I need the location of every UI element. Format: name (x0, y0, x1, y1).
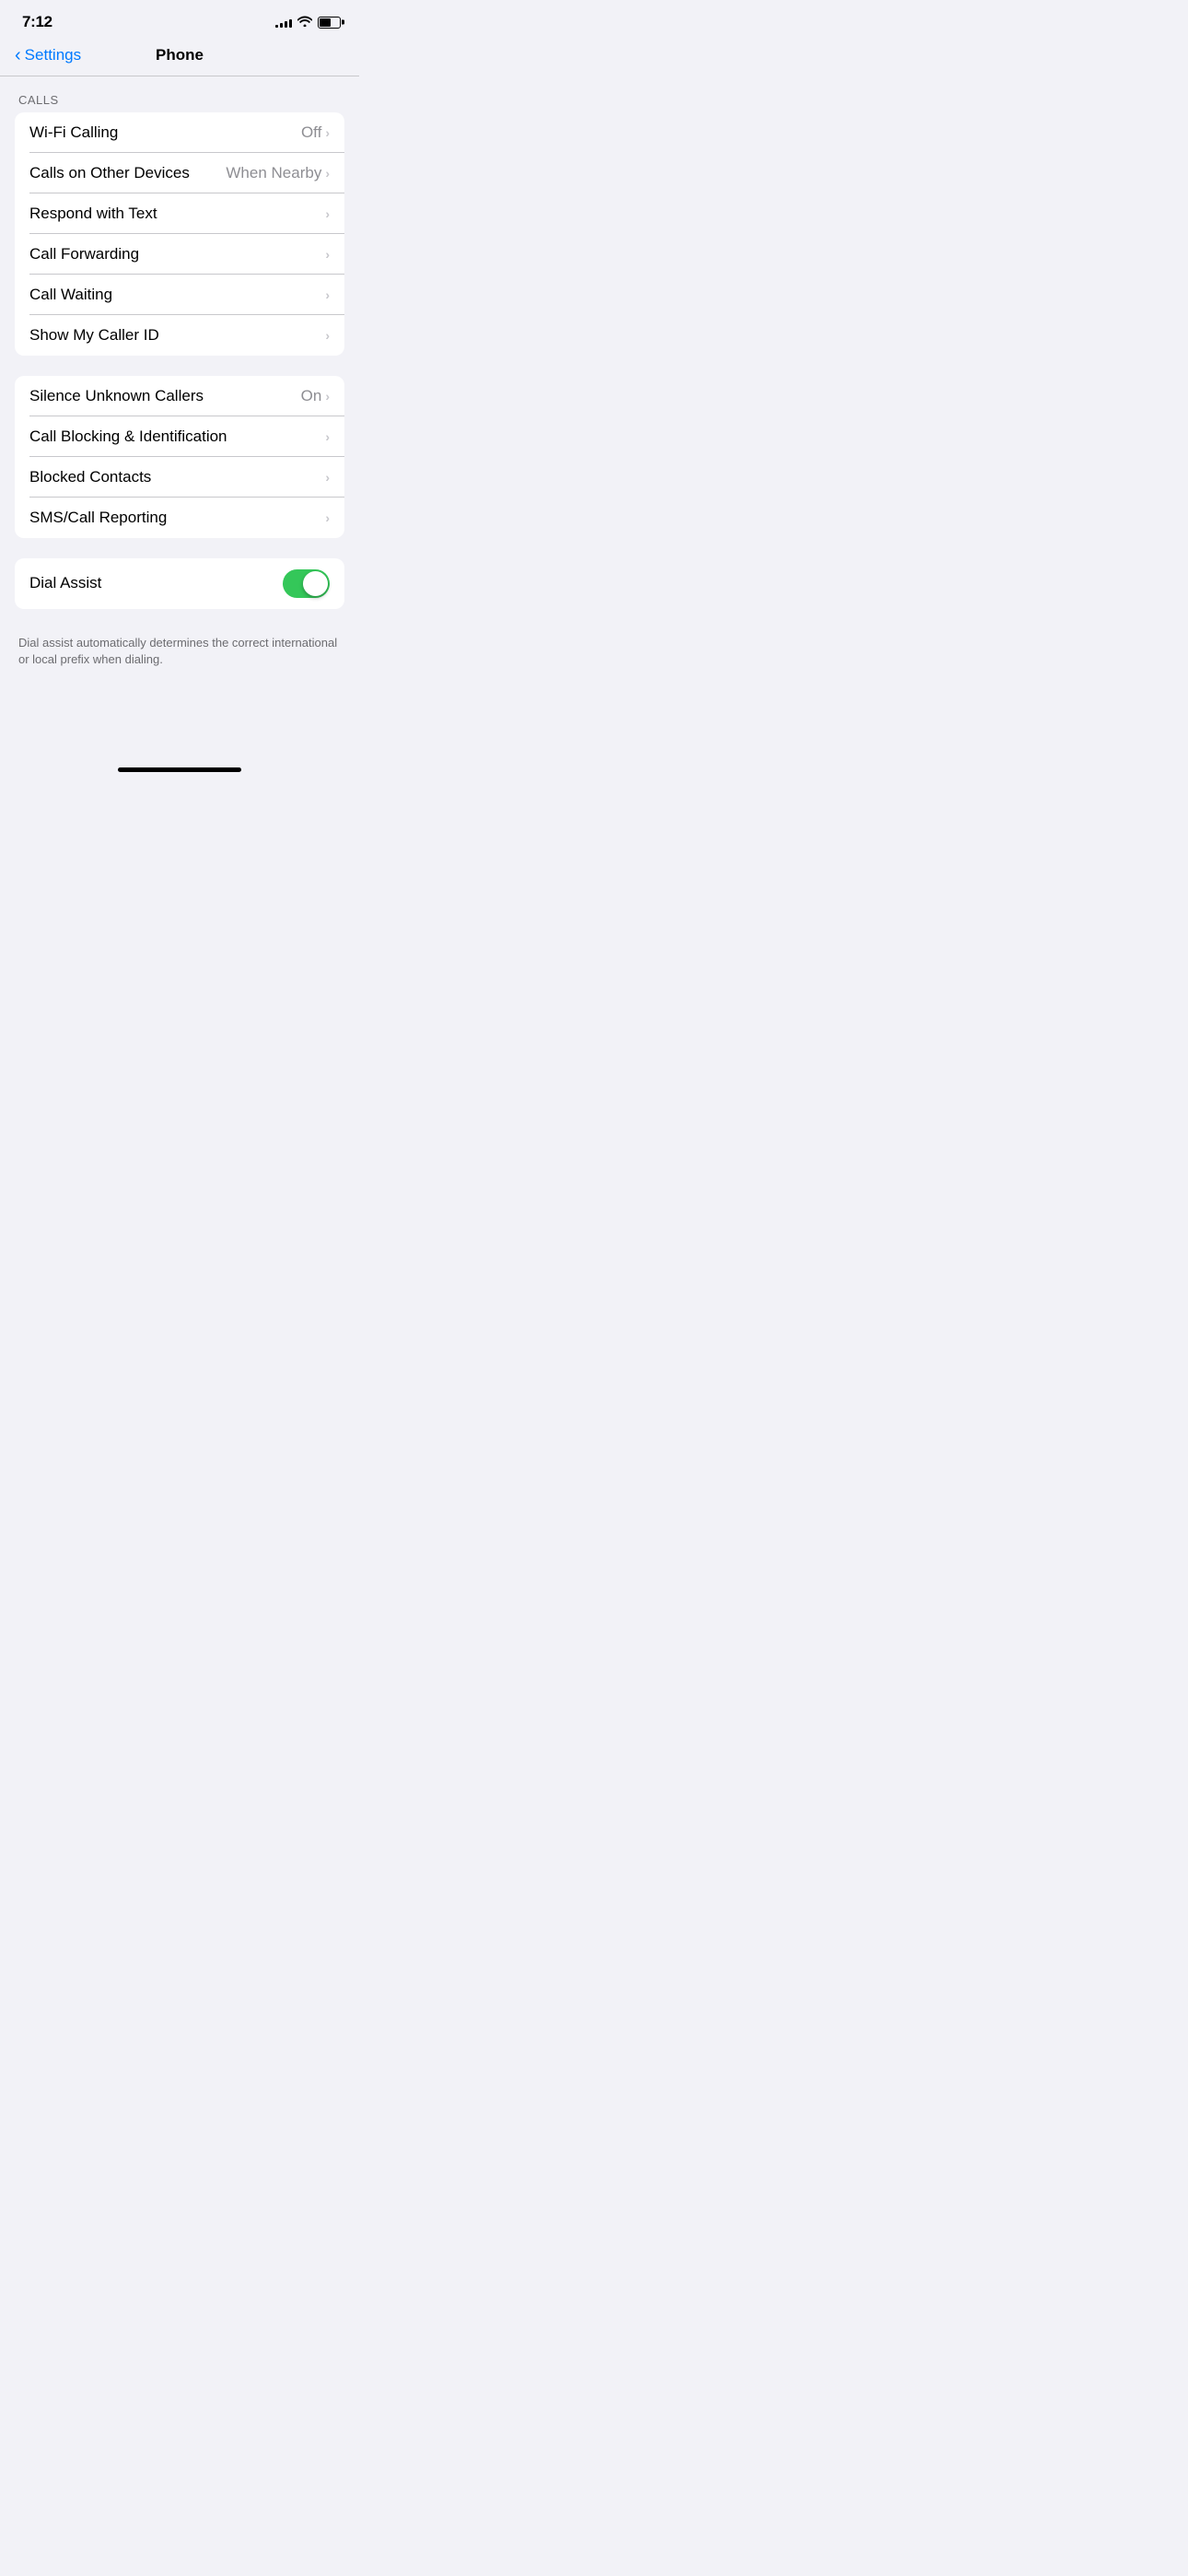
dial-assist-toggle[interactable] (283, 569, 330, 598)
back-chevron-icon: ‹ (15, 46, 21, 64)
sms-reporting-row[interactable]: SMS/Call Reporting › (15, 498, 344, 538)
wifi-calling-row[interactable]: Wi-Fi Calling Off › (15, 112, 344, 153)
silence-unknown-right: On › (301, 387, 330, 405)
call-blocking-row[interactable]: Call Blocking & Identification › (15, 416, 344, 457)
show-caller-id-right: › (325, 328, 330, 343)
call-forwarding-chevron-icon: › (325, 247, 330, 262)
content-area: CALLS Wi-Fi Calling Off › Calls on Other… (0, 76, 359, 761)
signal-strength-icon (275, 17, 292, 28)
sms-reporting-right: › (325, 510, 330, 525)
calls-settings-group: Wi-Fi Calling Off › Calls on Other Devic… (15, 112, 344, 356)
show-caller-id-label: Show My Caller ID (29, 326, 159, 345)
page-title: Phone (156, 46, 204, 64)
calls-other-devices-chevron-icon: › (325, 166, 330, 181)
dial-assist-label: Dial Assist (29, 574, 101, 592)
silence-unknown-row[interactable]: Silence Unknown Callers On › (15, 376, 344, 416)
call-blocking-label: Call Blocking & Identification (29, 427, 227, 446)
blocked-contacts-label: Blocked Contacts (29, 468, 151, 486)
respond-text-label: Respond with Text (29, 205, 157, 223)
sms-reporting-chevron-icon: › (325, 510, 330, 525)
wifi-icon (297, 16, 312, 29)
blocked-contacts-row[interactable]: Blocked Contacts › (15, 457, 344, 498)
dial-assist-row[interactable]: Dial Assist (15, 558, 344, 609)
respond-text-row[interactable]: Respond with Text › (15, 193, 344, 234)
nav-bar: ‹ Settings Phone (0, 39, 359, 76)
call-forwarding-row[interactable]: Call Forwarding › (15, 234, 344, 275)
status-bar: 7:12 (0, 0, 359, 39)
home-bar (118, 767, 241, 772)
show-caller-id-chevron-icon: › (325, 328, 330, 343)
call-waiting-chevron-icon: › (325, 287, 330, 302)
blocked-contacts-chevron-icon: › (325, 470, 330, 485)
call-blocking-right: › (325, 429, 330, 444)
call-waiting-row[interactable]: Call Waiting › (15, 275, 344, 315)
status-time: 7:12 (22, 13, 52, 31)
call-waiting-label: Call Waiting (29, 286, 112, 304)
wifi-calling-chevron-icon: › (325, 125, 330, 140)
call-forwarding-label: Call Forwarding (29, 245, 139, 263)
phone-settings-page: 7:12 ‹ Settings (0, 0, 359, 778)
blocking-settings-group: Silence Unknown Callers On › Call Blocki… (15, 376, 344, 538)
back-button[interactable]: ‹ Settings (15, 46, 81, 64)
toggle-knob (303, 571, 328, 596)
calls-other-devices-row[interactable]: Calls on Other Devices When Nearby › (15, 153, 344, 193)
home-indicator (0, 760, 359, 778)
section-label-calls: CALLS (0, 76, 359, 112)
calls-other-devices-right: When Nearby › (226, 164, 330, 182)
blocked-contacts-right: › (325, 470, 330, 485)
dial-assist-settings-group: Dial Assist (15, 558, 344, 609)
calls-other-devices-value: When Nearby (226, 164, 321, 182)
call-blocking-chevron-icon: › (325, 429, 330, 444)
status-icons (275, 16, 341, 29)
silence-unknown-label: Silence Unknown Callers (29, 387, 204, 405)
wifi-calling-label: Wi-Fi Calling (29, 123, 118, 142)
dial-assist-footer: Dial assist automatically determines the… (0, 629, 359, 686)
respond-text-right: › (325, 206, 330, 221)
back-label: Settings (25, 46, 81, 64)
wifi-calling-right: Off › (301, 123, 330, 142)
wifi-calling-value: Off (301, 123, 321, 142)
respond-text-chevron-icon: › (325, 206, 330, 221)
dial-assist-toggle-container (283, 569, 330, 598)
call-forwarding-right: › (325, 247, 330, 262)
calls-other-devices-label: Calls on Other Devices (29, 164, 190, 182)
call-waiting-right: › (325, 287, 330, 302)
show-caller-id-row[interactable]: Show My Caller ID › (15, 315, 344, 356)
silence-unknown-chevron-icon: › (325, 389, 330, 404)
battery-icon (318, 17, 341, 29)
sms-reporting-label: SMS/Call Reporting (29, 509, 167, 527)
silence-unknown-value: On (301, 387, 322, 405)
